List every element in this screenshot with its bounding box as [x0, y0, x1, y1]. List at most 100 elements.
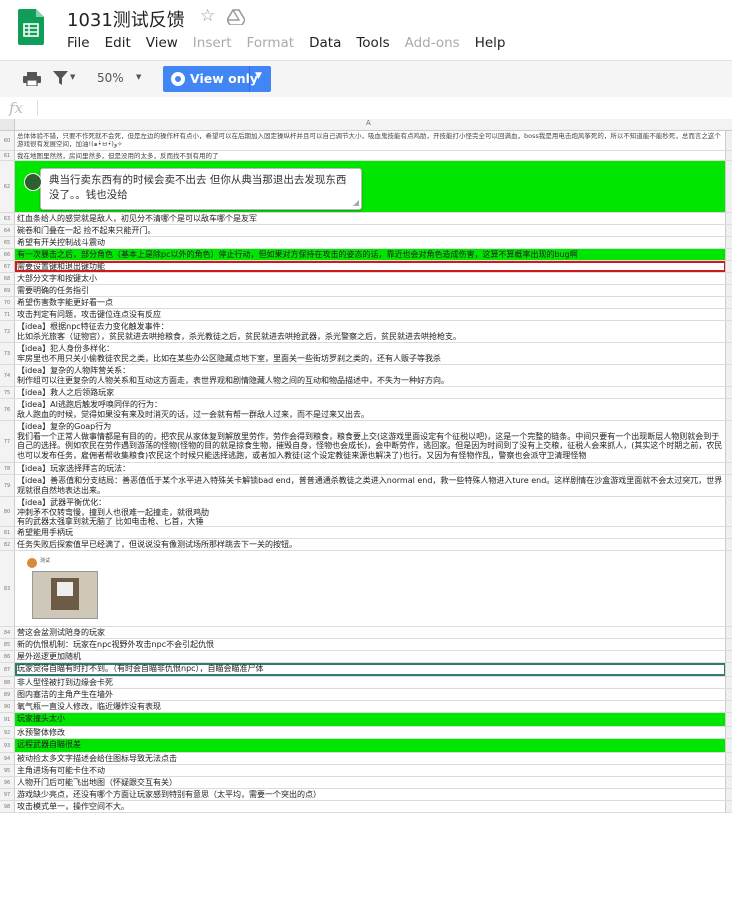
- row-number[interactable]: 89: [0, 689, 15, 700]
- row-number[interactable]: 81: [0, 527, 15, 538]
- cell-a[interactable]: 水预警体修改: [17, 728, 724, 738]
- row-number[interactable]: 84: [0, 627, 15, 638]
- row-number[interactable]: 87: [0, 663, 15, 676]
- comment-bubble[interactable]: 典当行卖东西有的时候会卖不出去 但你从典当那退出去发现东西没了。。钱也没给 ◢: [24, 168, 362, 210]
- row-number[interactable]: 78: [0, 463, 15, 474]
- cell-a[interactable]: 远程武器自瞄很差: [17, 740, 724, 750]
- column-header-a[interactable]: A: [366, 119, 371, 127]
- cell-a[interactable]: 我在地图里然然，房间里然多，但是没用的太多，反而找不到有用的了: [17, 152, 724, 160]
- row-number[interactable]: 92: [0, 727, 15, 738]
- row-number[interactable]: 90: [0, 701, 15, 712]
- row-number[interactable]: 67: [0, 261, 15, 272]
- sheets-logo-icon[interactable]: [18, 9, 44, 45]
- cell-a[interactable]: 希望伤害数字能更好看一点: [17, 298, 724, 308]
- row-number[interactable]: 97: [0, 789, 15, 800]
- row-number[interactable]: 64: [0, 225, 15, 236]
- row-number[interactable]: 88: [0, 677, 15, 688]
- cell-a[interactable]: 玩家觉得自瞄有时打不到。（有时会自瞄非仇恨npc），自瞄会瞄准尸体: [17, 664, 724, 674]
- zoom-dropdown-icon[interactable]: ▼: [136, 73, 141, 81]
- cell-a[interactable]: 【idea】武器平衡优化： 冲刺矛不仅转弯慢，撞到人也很难一起撞走，就很鸡肋 有…: [17, 498, 724, 527]
- row-number[interactable]: 71: [0, 309, 15, 320]
- row-number[interactable]: 70: [0, 297, 15, 308]
- cell-a[interactable]: 非人型怪被打到边缘会卡死: [17, 678, 724, 688]
- star-icon[interactable]: ☆: [200, 6, 215, 26]
- cell-a[interactable]: 新的仇恨机制：玩家在npc视野外攻击npc不会引起仇恨: [17, 640, 724, 650]
- cell-a[interactable]: 人物开门后可能飞出地图（怀疑跟交互有关）: [17, 778, 724, 788]
- row-number[interactable]: 85: [0, 639, 15, 650]
- row-number[interactable]: 91: [0, 713, 15, 726]
- row-number[interactable]: 95: [0, 765, 15, 776]
- print-icon[interactable]: [23, 72, 41, 86]
- filter-icon[interactable]: [53, 71, 68, 85]
- drive-folder-icon[interactable]: [227, 9, 245, 25]
- row-number[interactable]: 83: [0, 551, 15, 626]
- resize-handle-icon[interactable]: ◢: [353, 198, 359, 207]
- cell-a[interactable]: 营这会盆测试陪身的玩家: [17, 628, 724, 638]
- menu-data[interactable]: Data: [309, 35, 341, 51]
- row-number[interactable]: 82: [0, 539, 15, 550]
- row-number[interactable]: 69: [0, 285, 15, 296]
- row-number[interactable]: 63: [0, 213, 15, 224]
- menu-tools[interactable]: Tools: [356, 35, 389, 51]
- cell-a[interactable]: 需要明确的任务指引: [17, 286, 724, 296]
- row-number[interactable]: 65: [0, 237, 15, 248]
- cell-a[interactable]: 屋外巡逻更加随机: [17, 652, 724, 662]
- cell-a[interactable]: 【idea】AI逃跑后触发呼唤同伴的行为： 敌人跑血的时候，觉得如果没有来及时消…: [17, 400, 724, 419]
- row-number[interactable]: 93: [0, 739, 15, 752]
- row-number[interactable]: 74: [0, 365, 15, 386]
- menu-help[interactable]: Help: [475, 35, 506, 51]
- row-number[interactable]: 77: [0, 421, 15, 462]
- zoom-select[interactable]: 50%: [97, 71, 124, 85]
- cell-a[interactable]: 氧气瓶一直没人修改，临近爆炸没有表现: [17, 702, 724, 712]
- cell-a[interactable]: 攻击判定有问题，攻击键位连点没有反应: [17, 310, 724, 320]
- cell-a[interactable]: 主角进场有可能卡住不动: [17, 766, 724, 776]
- cell-a[interactable]: 【idea】善恶值和分支结局：善恶值低于某个水平进入特殊关卡解锁bad end，…: [17, 476, 724, 495]
- menu-file[interactable]: File: [67, 35, 90, 51]
- row-number[interactable]: 80: [0, 497, 15, 526]
- cell-a[interactable]: 图内塞洁的主角产生在墙外: [17, 690, 724, 700]
- cell-a[interactable]: 【idea】复杂的人物阵营关系： 制作组可以往更复杂的人物关系和互动这方面走，表…: [17, 366, 724, 385]
- row-number[interactable]: 60: [0, 131, 15, 150]
- menu-view[interactable]: View: [146, 35, 178, 51]
- row-number[interactable]: 62: [0, 161, 15, 212]
- chevron-down-icon[interactable]: ▼: [255, 71, 262, 81]
- cell-a[interactable]: 被动捡太多文字描述会给住图标导致无法点击: [17, 754, 724, 764]
- row-number[interactable]: 66: [0, 249, 15, 260]
- eye-icon: [171, 72, 185, 86]
- cell-a[interactable]: 【idea】玩家选择拜言的玩法：: [17, 464, 724, 474]
- cell-a[interactable]: 任务失败后探索值早已经满了，但说说没有像测试场所那样跳去下一关的按钮。: [17, 540, 724, 550]
- cell-a[interactable]: 【idea】复杂的Goap行为 我们看一个正常人做事情都是有目的的，把农民从家体…: [17, 422, 724, 460]
- row-number[interactable]: 94: [0, 753, 15, 764]
- cell-a[interactable]: 游戏缺少亮点，还没有哪个方面让玩家感到特别有意思（太平均，需要一个突出的点）: [17, 790, 724, 800]
- row-number[interactable]: 98: [0, 801, 15, 812]
- cell-a[interactable]: 【idea】犯人身份多样化： 牢房里也不用只关小偷教徒农民之类，比如在某些办公区…: [17, 344, 724, 363]
- row-number[interactable]: 86: [0, 651, 15, 662]
- select-all-corner[interactable]: [0, 119, 15, 130]
- cell-a[interactable]: 攻击模式单一，操作空间不大。: [17, 802, 724, 812]
- cell-a[interactable]: 【idea】根据npc特征去力变化触发事件： 比如杀光旅客（证物官），贫民就进去…: [17, 322, 724, 341]
- cell-a[interactable]: 有一次暴击之后，部分角色（基本上是除pc以外的角色）停止行动，但如果对方保持在攻…: [17, 250, 724, 260]
- document-title[interactable]: 1031测试反馈: [67, 6, 185, 32]
- cell-a[interactable]: 【idea】救人之后领路玩家: [17, 388, 724, 398]
- table-row: 80 【idea】武器平衡优化： 冲刺矛不仅转弯慢，撞到人也很难一起撞走，就很鸡肋…: [0, 497, 732, 527]
- screenshot-thumbnail[interactable]: 测试: [24, 557, 104, 619]
- row-number[interactable]: 61: [0, 151, 15, 160]
- row-number[interactable]: 96: [0, 777, 15, 788]
- cell-a[interactable]: 大部分文字和按键太小: [17, 274, 724, 284]
- cell-a[interactable]: 红血条给人的感觉就是敌人，初见分不清哪个是可以敌车哪个是友军: [17, 214, 724, 224]
- row-number[interactable]: 68: [0, 273, 15, 284]
- cell-a[interactable]: 碗卷和门叠在一起 捡不起来只能开门。: [17, 226, 724, 236]
- cell-a[interactable]: 需要设置键和退出键功能: [17, 262, 724, 272]
- cell-a[interactable]: 玩家撞头太小: [17, 714, 724, 724]
- view-only-button[interactable]: View only ▼: [163, 66, 271, 92]
- menu-edit[interactable]: Edit: [105, 35, 131, 51]
- row-number[interactable]: 76: [0, 399, 15, 420]
- row-number[interactable]: 75: [0, 387, 15, 398]
- cell-a[interactable]: 希望有开关控制战斗震动: [17, 238, 724, 248]
- row-number[interactable]: 73: [0, 343, 15, 364]
- cell-a[interactable]: 总体体验不错，只要不作死就不会死，但是左边的操作杆有点小，希望可以在后期加入固定…: [17, 132, 724, 148]
- cell-a[interactable]: 希望能用手柄玩: [17, 528, 724, 538]
- row-number[interactable]: 72: [0, 321, 15, 342]
- filter-dropdown-icon[interactable]: ▼: [70, 73, 75, 81]
- row-number[interactable]: 79: [0, 475, 15, 496]
